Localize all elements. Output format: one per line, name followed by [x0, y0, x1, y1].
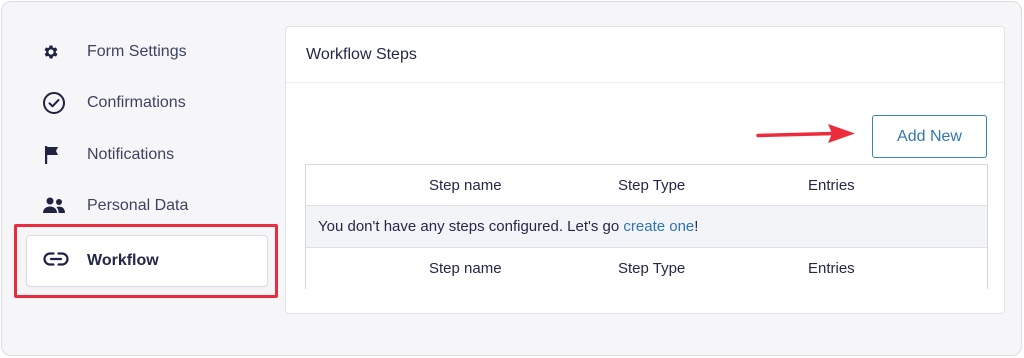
add-new-button[interactable]: Add New	[872, 115, 987, 158]
sidebar-item-workflow[interactable]: Workflow	[26, 235, 268, 287]
table-footer-row: Step name Step Type Entries	[306, 248, 987, 289]
sidebar-item-confirmations[interactable]: Confirmations	[42, 83, 262, 123]
check-circle-icon	[42, 91, 72, 115]
empty-state-row: You don't have any steps configured. Let…	[306, 206, 987, 248]
sidebar-item-form-settings[interactable]: Form Settings	[42, 32, 262, 72]
sidebar-item-label: Form Settings	[87, 43, 187, 60]
gear-icon	[42, 40, 72, 64]
workflow-steps-panel: Workflow Steps Add New Step name Step Ty…	[285, 26, 1005, 314]
link-icon	[42, 250, 70, 273]
sidebar-item-personal-data[interactable]: Personal Data	[42, 186, 262, 226]
column-footer-step-type[interactable]: Step Type	[618, 260, 685, 277]
arrow-pointer-icon	[756, 124, 855, 143]
flag-icon	[42, 143, 72, 167]
workflow-steps-table: Step name Step Type Entries You don't ha…	[305, 164, 988, 289]
empty-message-suffix: !	[694, 218, 699, 235]
sidebar: Form Settings Confirmations Notification…	[2, 2, 282, 355]
column-footer-entries[interactable]: Entries	[808, 260, 855, 277]
column-header-entries[interactable]: Entries	[808, 177, 855, 194]
create-one-link[interactable]: create one	[623, 218, 694, 235]
sidebar-item-label: Personal Data	[87, 197, 189, 214]
sidebar-item-label: Confirmations	[87, 94, 186, 111]
settings-frame: Form Settings Confirmations Notification…	[1, 1, 1022, 356]
column-header-step-type[interactable]: Step Type	[618, 177, 685, 194]
users-icon	[42, 194, 72, 218]
column-footer-step-name[interactable]: Step name	[429, 260, 502, 277]
empty-message-text: You don't have any steps configured. Let…	[318, 218, 624, 235]
sidebar-item-label: Notifications	[87, 146, 175, 163]
panel-title: Workflow Steps	[286, 27, 1004, 83]
column-header-step-name[interactable]: Step name	[429, 177, 502, 194]
sidebar-item-label: Workflow	[87, 252, 159, 269]
table-header-row: Step name Step Type Entries	[306, 165, 987, 206]
sidebar-item-notifications[interactable]: Notifications	[42, 135, 262, 175]
